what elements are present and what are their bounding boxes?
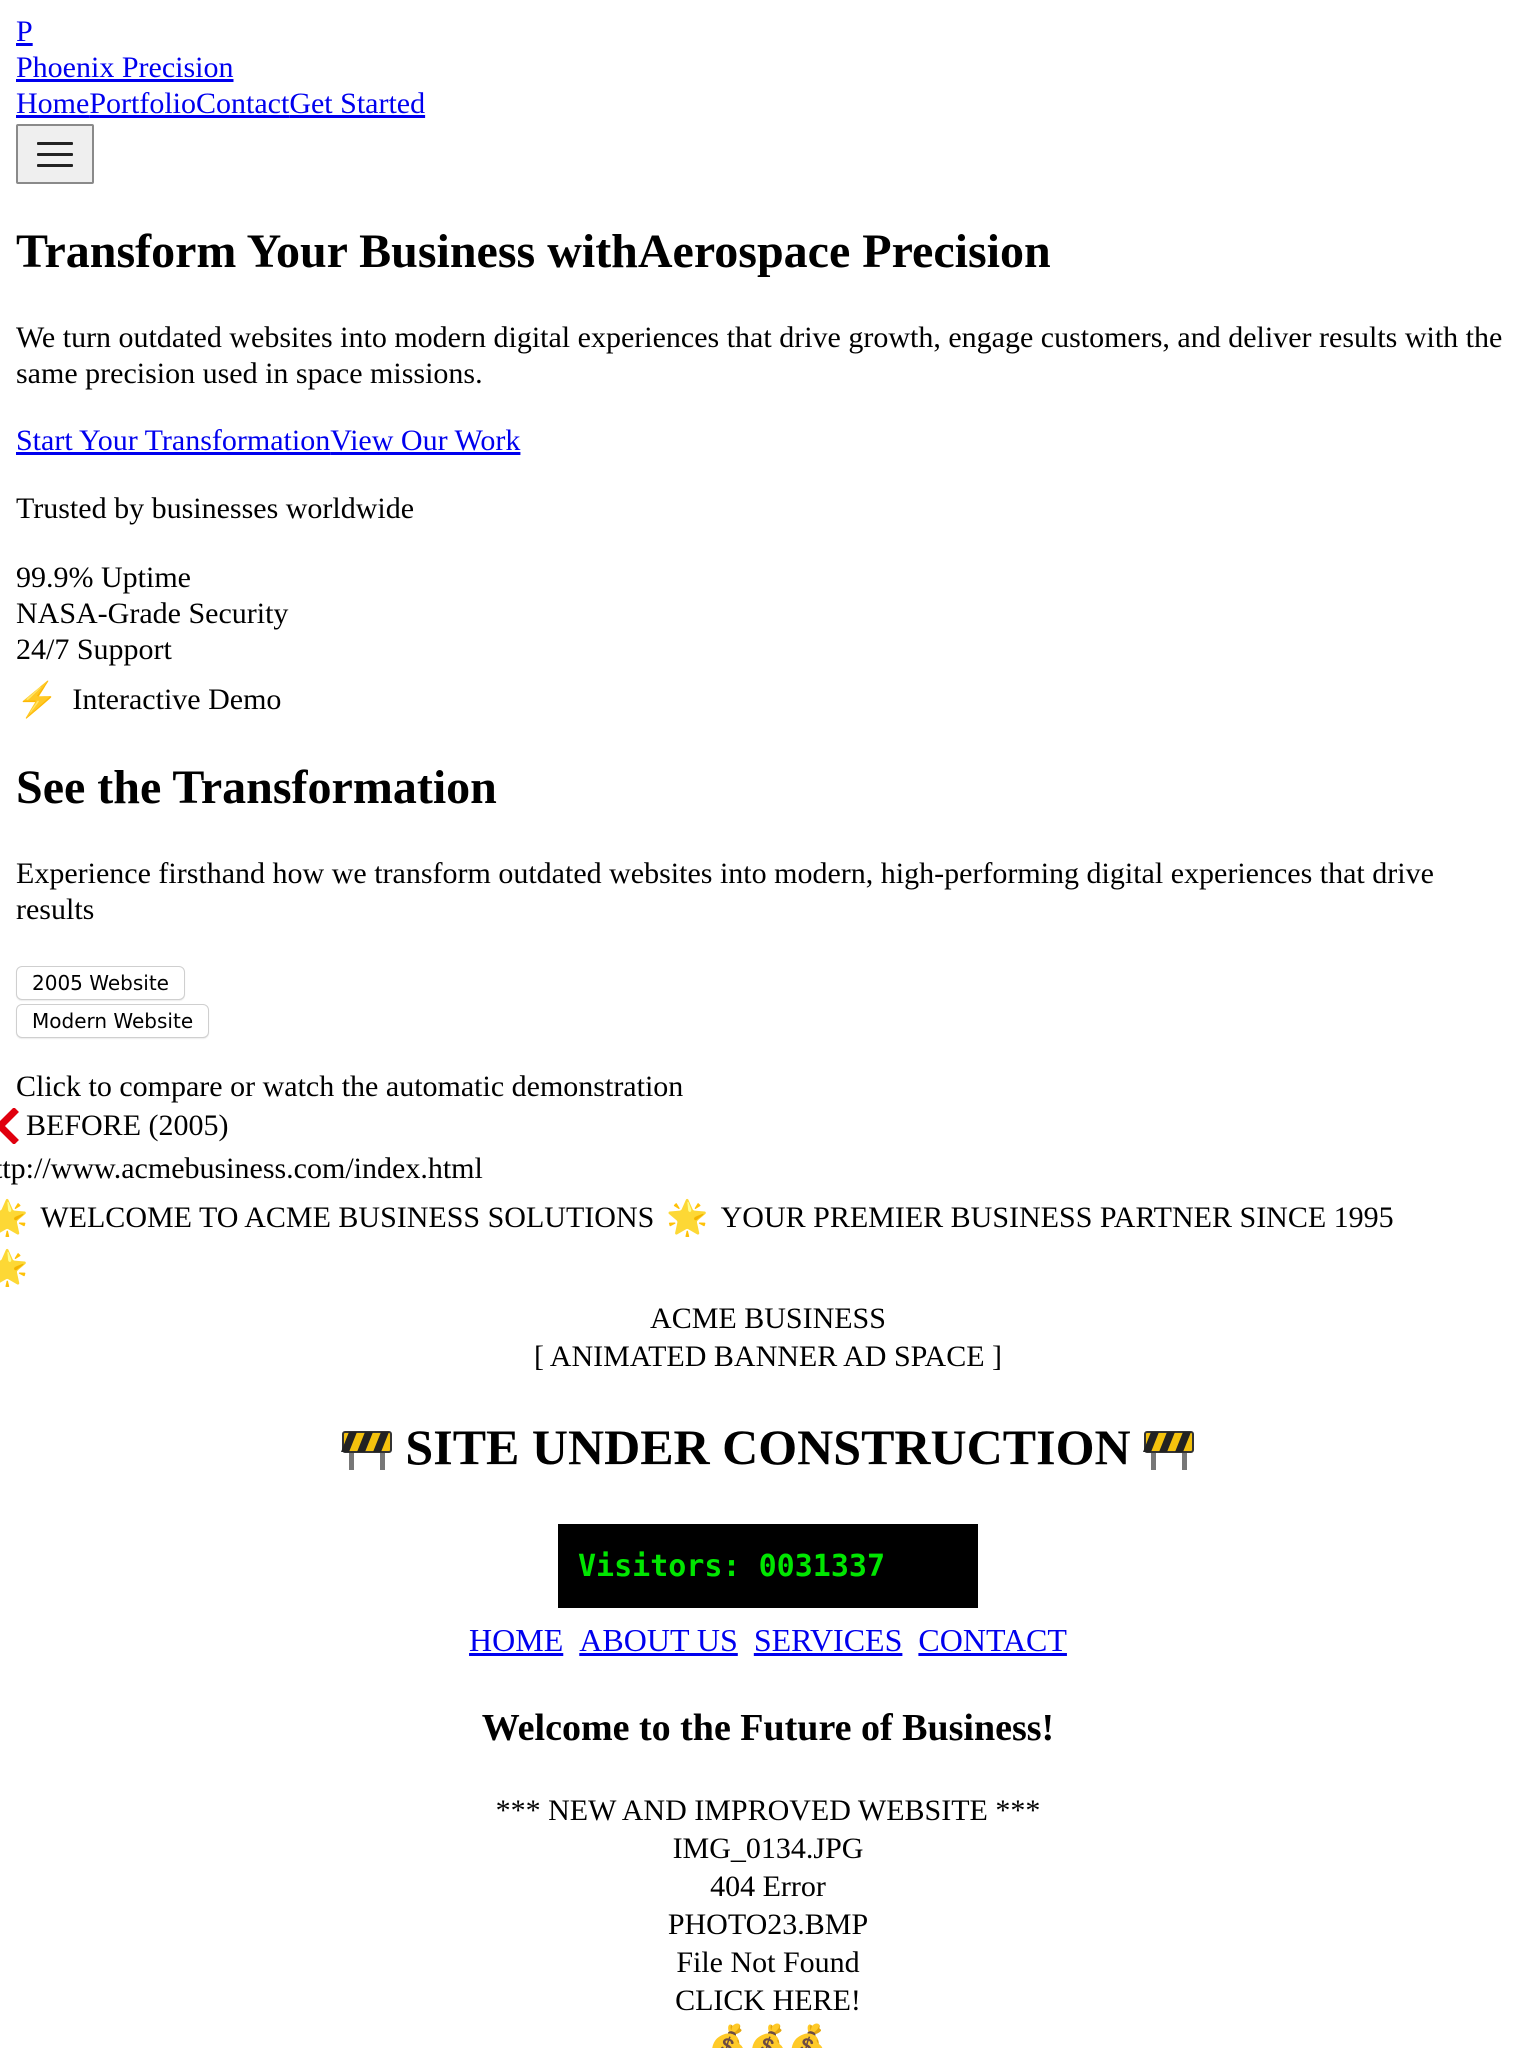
compare-hint: Click to compare or watch the automatic …	[16, 1070, 684, 1103]
retro-banner: ACME BUSINESS [ ANIMATED BANNER AD SPACE…	[0, 1300, 1536, 1376]
banner-title: ACME BUSINESS	[650, 1302, 886, 1335]
money-bag-icon: 💰💰💰	[708, 2023, 828, 2048]
nav-link-get-started[interactable]: Get Started	[289, 87, 425, 120]
nav-link-home[interactable]: Home	[16, 87, 89, 120]
nav-link-portfolio[interactable]: Portfolio	[89, 87, 196, 120]
before-label: BEFORE (2005)	[26, 1109, 229, 1142]
start-transformation-link[interactable]: Start Your Transformation	[16, 424, 330, 457]
old-website-button[interactable]: 2005 Website	[16, 966, 185, 1000]
barrier-icon	[341, 1431, 393, 1470]
retro-marquee: 🌟 WELCOME TO ACME BUSINESS SOLUTIONS 🌟 Y…	[0, 1198, 1394, 1238]
lightning-icon: ⚡	[16, 682, 59, 719]
marquee-text-b: YOUR PREMIER BUSINESS PARTNER SINCE 1995	[720, 1201, 1394, 1234]
hero-subtitle: We turn outdated websites into modern di…	[16, 321, 1503, 390]
construction-text: SITE UNDER CONSTRUCTION	[405, 1419, 1131, 1475]
nav-link-contact[interactable]: Contact	[196, 87, 289, 120]
site-nav: P Phoenix Precision HomePortfolioContact…	[16, 14, 425, 122]
retro-item: IMG_0134.JPG	[672, 1832, 864, 1865]
retro-url: ttp://www.acmebusiness.com/index.html	[0, 1152, 483, 1185]
chevron-left-icon[interactable]	[0, 1108, 20, 1144]
menu-button[interactable]	[16, 124, 94, 184]
stat-uptime: 99.9% Uptime	[16, 561, 191, 594]
retro-content-list: *** NEW AND IMPROVED WEBSITE *** IMG_013…	[0, 1792, 1536, 2020]
logo-link[interactable]: P	[16, 15, 33, 48]
retro-nav-services[interactable]: SERVICES	[754, 1622, 903, 1658]
view-work-link[interactable]: View Our Work	[330, 424, 520, 457]
barrier-icon	[1142, 1431, 1194, 1470]
nav-links: HomePortfolioContactGet Started	[16, 86, 425, 122]
retro-item: *** NEW AND IMPROVED WEBSITE ***	[495, 1794, 1041, 1827]
demo-label: Interactive Demo	[72, 683, 282, 716]
retro-item: File Not Found	[676, 1946, 860, 1979]
interactive-demo-badge: ⚡ Interactive Demo	[16, 680, 281, 720]
marquee-text-a: WELCOME TO ACME BUSINESS SOLUTIONS	[40, 1201, 655, 1234]
retro-nav-contact[interactable]: CONTACT	[918, 1622, 1067, 1658]
hero-ctas: Start Your TransformationView Our Work	[16, 424, 520, 458]
modern-website-button[interactable]: Modern Website	[16, 1004, 210, 1038]
star-icon: 🌟	[0, 1200, 29, 1237]
retro-nav-home[interactable]: HOME	[469, 1622, 563, 1658]
star-icon: 🌟	[666, 1200, 709, 1237]
hero-title: Transform Your Business withAerospace Pr…	[16, 225, 1051, 278]
hamburger-icon	[37, 141, 73, 145]
retro-welcome-heading: Welcome to the Future of Business!	[481, 1707, 1055, 1749]
visitor-counter: Visitors: 0031337	[558, 1524, 978, 1608]
stats-list: 99.9% Uptime NASA-Grade Security 24/7 Su…	[16, 560, 288, 668]
banner-ad: [ ANIMATED BANNER AD SPACE ]	[533, 1340, 1003, 1373]
retro-nav-about[interactable]: ABOUT US	[579, 1622, 738, 1658]
retro-item: 404 Error	[710, 1870, 826, 1903]
trusted-text: Trusted by businesses worldwide	[16, 492, 415, 525]
before-label-row: BEFORE (2005)	[0, 1108, 229, 1144]
brand-link[interactable]: Phoenix Precision	[16, 51, 234, 84]
page: P Phoenix Precision HomePortfolioContact…	[0, 0, 1536, 2048]
retro-item: PHOTO23.BMP	[667, 1908, 869, 1941]
construction-heading: SITE UNDER CONSTRUCTION	[0, 1418, 1536, 1476]
retro-click-here[interactable]: CLICK HERE!	[0, 1982, 1536, 2020]
section-title: See the Transformation	[16, 761, 497, 814]
star-icon: 🌟	[0, 1250, 29, 1287]
stat-security: NASA-Grade Security	[16, 597, 289, 630]
section-subtitle: Experience firsthand how we transform ou…	[16, 857, 1434, 926]
retro-nav: HOME ABOUT US SERVICES CONTACT	[0, 1622, 1536, 1659]
stat-support: 24/7 Support	[16, 633, 172, 666]
